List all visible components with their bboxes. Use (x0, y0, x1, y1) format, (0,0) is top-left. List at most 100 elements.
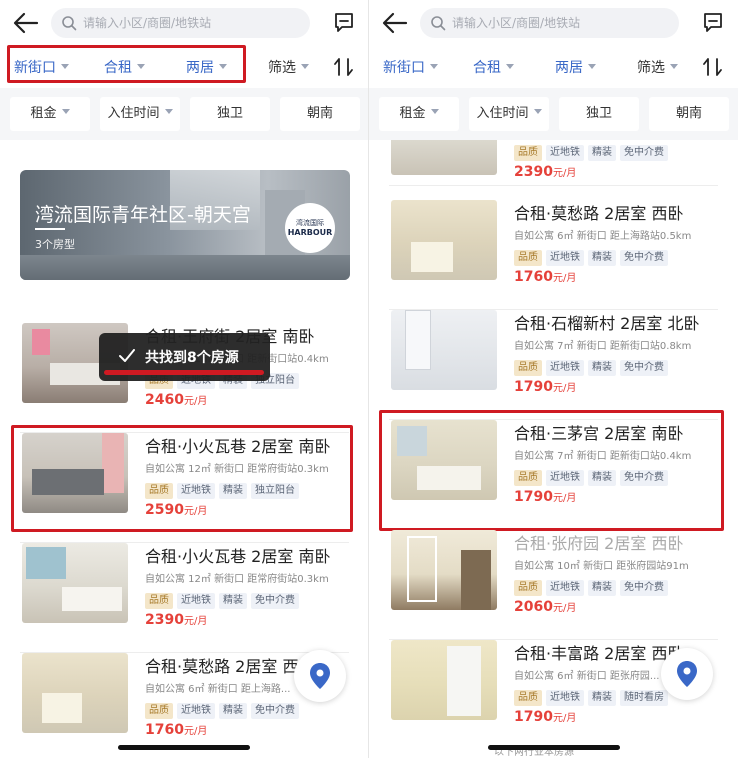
chip-south-facing-label: 朝南 (675, 106, 702, 121)
listing-card[interactable]: 合租·石榴新村 2居室 北卧 自如公寓 7㎡ 新街口 距新街口站0.8km 品质… (369, 310, 738, 420)
divider (389, 185, 718, 186)
listing-title: 合租·莫愁路 2居室 西卧 (145, 657, 315, 676)
banner-divider (35, 228, 65, 230)
tag: 独立阳台 (251, 483, 299, 499)
caret-down-icon (533, 109, 542, 114)
filter-rent-type-label: 合租 (473, 60, 501, 76)
logo-text-cn: 湾流国际 (296, 219, 324, 227)
tag: 品质 (514, 580, 542, 596)
quick-filter-bar: 租金 入住时间 独卫 朝南 (0, 88, 369, 140)
top-bar: 请输入小区/商圈/地铁站 (369, 0, 738, 46)
listing-title: 合租·张府园 2居室 西卧 (514, 534, 684, 553)
listing-photo (22, 653, 128, 733)
back-arrow-icon[interactable] (381, 10, 409, 36)
tag: 近地铁 (177, 703, 215, 719)
filter-more[interactable]: 筛选 (637, 57, 678, 77)
listing-card[interactable]: 合租·三茅宫 2居室 南卧 自如公寓 7㎡ 新街口 距新街口站0.4km 品质近… (369, 420, 738, 530)
chip-move-in[interactable]: 入住时间 (100, 97, 180, 131)
toast-text: 共找到8个房源 (145, 350, 239, 366)
listing-photo (22, 543, 128, 623)
community-banner[interactable]: 湾流国际青年社区-朝天宫 3个房型 湾流国际 HARBOUR (20, 170, 350, 280)
chip-private-bath[interactable]: 独卫 (190, 97, 270, 131)
search-input[interactable]: 请输入小区/商圈/地铁站 (51, 8, 310, 38)
sort-icon[interactable] (702, 57, 724, 77)
filter-rooms[interactable]: 两居 (555, 57, 596, 77)
filter-rent-type[interactable]: 合租 (473, 57, 514, 77)
listing-card[interactable]: 合租·小火瓦巷 2居室 南卧 自如公寓 12㎡ 新街口 距常府街站0.3km 品… (0, 433, 369, 543)
tag: 精装 (219, 703, 247, 719)
price-unit: 元/月 (183, 726, 208, 737)
chip-move-in[interactable]: 入住时间 (469, 97, 549, 131)
chip-private-bath[interactable]: 独卫 (559, 97, 639, 131)
caret-down-icon (301, 64, 309, 69)
listing-title: 合租·丰富路 2居室 西卧 (514, 644, 684, 663)
listing-photo (391, 140, 497, 175)
caret-down-icon (61, 64, 69, 69)
chip-move-in-label: 入住时间 (476, 106, 529, 121)
tag: 精装 (219, 483, 247, 499)
back-arrow-icon[interactable] (12, 10, 40, 36)
tag: 免中介费 (620, 470, 668, 486)
listing-photo (22, 433, 128, 513)
photo-window (26, 547, 66, 579)
listing-card[interactable]: 合租·小火瓦巷 2居室 南卧 自如公寓 12㎡ 新街口 距常府街站0.3km 品… (0, 543, 369, 653)
chip-south-facing[interactable]: 朝南 (649, 97, 729, 131)
photo-curtain (102, 433, 124, 493)
price-value: 1760 (145, 722, 184, 738)
search-input[interactable]: 请输入小区/商圈/地铁站 (420, 8, 679, 38)
listing-desc: 自如公寓 6㎡ 新街口 距上海路站0.5km (514, 231, 692, 242)
tag: 品质 (514, 145, 542, 161)
filter-district[interactable]: 新街口 (383, 57, 438, 77)
caret-down-icon (588, 64, 596, 69)
listing-desc: 自如公寓 6㎡ 新街口 距上海路... (145, 684, 291, 695)
tag: 近地铁 (546, 360, 584, 376)
tag: 近地铁 (546, 580, 584, 596)
chip-rent[interactable]: 租金 (10, 97, 90, 131)
listing-card[interactable]: 合租·莫愁路 2居室 西卧 自如公寓 6㎡ 新街口 距上海路站0.5km 品质近… (369, 200, 738, 310)
tag: 近地铁 (546, 250, 584, 266)
caret-down-icon (219, 64, 227, 69)
message-icon[interactable] (333, 11, 355, 33)
tag: 免中介费 (620, 250, 668, 266)
price-value: 1790 (514, 489, 553, 505)
listing-price: 1760元/月 (145, 719, 207, 738)
listing-card[interactable]: 品质 近地铁 精装 免中介费 2390元/月 (369, 140, 738, 186)
photo-door (461, 550, 491, 610)
photo-door (447, 646, 481, 716)
filter-rooms[interactable]: 两居 (186, 57, 227, 77)
filter-more[interactable]: 筛选 (268, 57, 309, 77)
tag: 精装 (588, 470, 616, 486)
listing-card[interactable]: 合租·张府园 2居室 西卧 自如公寓 10㎡ 新街口 距张府园站91m 品质 近地… (369, 530, 738, 640)
logo-text-en: HARBOUR (287, 228, 333, 237)
listing-title: 合租·石榴新村 2居室 北卧 (514, 314, 700, 333)
caret-down-icon (430, 109, 439, 114)
tag: 免中介费 (620, 145, 668, 161)
map-button[interactable] (661, 648, 713, 700)
chip-rent[interactable]: 租金 (379, 97, 459, 131)
map-pin-icon (310, 663, 330, 689)
tag: 品质 (145, 593, 173, 609)
listing-price: 1760元/月 (514, 266, 576, 285)
tag: 精装 (588, 145, 616, 161)
message-icon[interactable] (702, 11, 724, 33)
photo-bunk (407, 536, 437, 602)
chip-private-bath-label: 独卫 (216, 106, 243, 121)
listing-photo (391, 420, 497, 500)
filter-district[interactable]: 新街口 (14, 57, 69, 77)
listing-desc: 自如公寓 7㎡ 新街口 距新街口站0.4km (514, 451, 692, 462)
map-button[interactable] (294, 650, 346, 702)
listing-tags: 品质 近地铁 精装 随时看房 (514, 685, 672, 706)
chip-rent-label: 租金 (399, 106, 426, 121)
tag: 近地铁 (546, 690, 584, 706)
price-value: 2590 (145, 502, 184, 518)
photo-light (42, 693, 82, 723)
chip-south-facing[interactable]: 朝南 (280, 97, 360, 131)
sort-icon[interactable] (333, 57, 355, 77)
price-value: 2460 (145, 392, 184, 408)
tag: 精装 (588, 250, 616, 266)
map-pin-icon (677, 661, 697, 687)
filter-rent-type[interactable]: 合租 (104, 57, 145, 77)
caret-down-icon (670, 64, 678, 69)
top-bar: 请输入小区/商圈/地铁站 (0, 0, 369, 46)
listing-price: 1790元/月 (514, 376, 576, 395)
